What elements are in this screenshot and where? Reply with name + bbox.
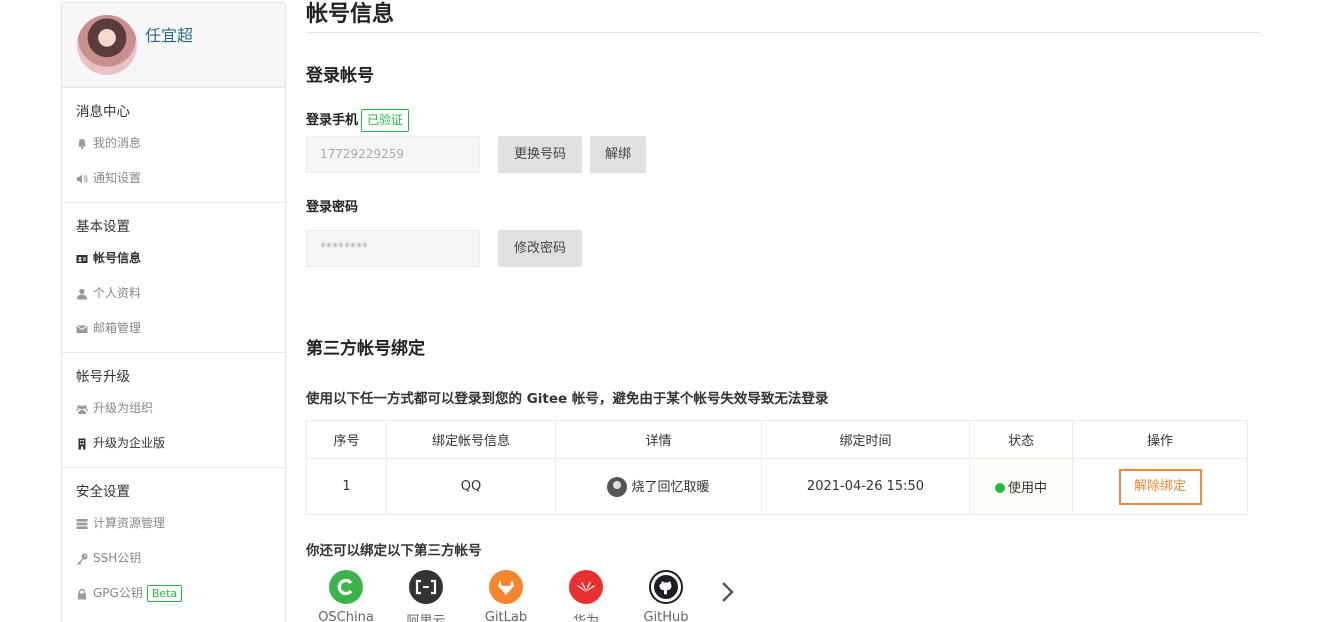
- sidebar-item-my-messages[interactable]: 我的消息: [62, 126, 285, 161]
- row-action: 解除绑定: [1072, 458, 1248, 515]
- change-password-button[interactable]: 修改密码: [498, 230, 582, 267]
- sidebar: 任宜超 消息中心 我的消息 通知设置 基本设置 帐号信息 个人资料 邮箱管理 帐…: [61, 2, 286, 622]
- envelope-icon: [76, 323, 88, 335]
- row-status: 使用中: [969, 458, 1073, 515]
- sidebar-item-email[interactable]: 邮箱管理: [62, 311, 285, 346]
- provider-label: 华为: [572, 614, 599, 622]
- sidebar-item-label: 个人资料: [93, 286, 142, 300]
- page-title: 帐号信息: [306, 0, 1261, 33]
- sidebar-item-compute[interactable]: 计算资源管理: [62, 506, 285, 541]
- huawei-icon: [569, 570, 603, 604]
- change-phone-button[interactable]: 更换号码: [498, 136, 582, 173]
- provider-aliyun[interactable]: 阿里云: [386, 570, 466, 622]
- table-header: 绑定时间: [761, 420, 970, 459]
- sidebar-item-upgrade-org[interactable]: 升级为组织: [62, 391, 285, 426]
- provider-label: OSChina: [318, 610, 374, 622]
- nav-group-messages: 消息中心 我的消息 通知设置: [62, 88, 285, 203]
- sidebar-item-label: 我的消息: [93, 136, 142, 150]
- row-account: QQ: [386, 458, 556, 515]
- nav-group-upgrade: 帐号升级 升级为组织 升级为企业版: [62, 353, 285, 468]
- table-header: 状态: [969, 420, 1073, 459]
- provider-label: 阿里云: [406, 614, 446, 622]
- provider-gitlab[interactable]: GitLab: [466, 570, 546, 622]
- nav-group-basic: 基本设置 帐号信息 个人资料 邮箱管理: [62, 203, 285, 353]
- table-header-row: 序号 绑定帐号信息 详情 绑定时间 状态 操作: [306, 420, 1248, 459]
- nav-group-title: 安全设置: [76, 484, 130, 500]
- id-card-icon: [76, 253, 88, 265]
- row-time: 2021-04-26 15:50: [761, 458, 970, 515]
- gitlab-icon: [489, 570, 523, 604]
- sidebar-item-label: 升级为组织: [93, 401, 154, 415]
- provider-github[interactable]: GitHub: [626, 570, 706, 622]
- sidebar-item-label: 计算资源管理: [93, 516, 166, 530]
- binding-table: 序号 绑定帐号信息 详情 绑定时间 状态 操作 1 QQ 烧了回忆取暖 2021…: [306, 420, 1248, 515]
- table-row: 1 QQ 烧了回忆取暖 2021-04-26 15:50 使用中 解除绑定: [306, 458, 1248, 515]
- lock-icon: [76, 588, 88, 600]
- users-icon: [76, 403, 88, 415]
- chevron-right-icon[interactable]: [716, 580, 738, 604]
- speaker-icon: [76, 173, 88, 185]
- table-header: 绑定帐号信息: [386, 420, 556, 459]
- third-party-description: 使用以下任一方式都可以登录到您的 Gitee 帐号，避免由于某个帐号失效导致无法…: [306, 391, 829, 407]
- table-header: 序号: [306, 420, 387, 459]
- building-icon: [76, 438, 88, 450]
- provider-oschina[interactable]: OSChina: [306, 570, 386, 622]
- phone-label-text: 登录手机: [306, 113, 359, 128]
- status-text: 使用中: [1007, 481, 1047, 496]
- server-icon: [76, 518, 88, 530]
- verified-badge: 已验证: [361, 109, 410, 132]
- sidebar-item-account-info[interactable]: 帐号信息: [62, 241, 285, 276]
- user-icon: [76, 288, 88, 300]
- table-header: 操作: [1072, 420, 1248, 459]
- sidebar-item-notification-settings[interactable]: 通知设置: [62, 161, 285, 196]
- sidebar-item-ssh[interactable]: SSH公钥: [62, 541, 285, 576]
- sidebar-item-label: GPG公钥: [93, 586, 143, 600]
- beta-badge: Beta: [146, 585, 183, 602]
- github-icon: [649, 570, 683, 604]
- more-providers-title: 你还可以绑定以下第三方帐号: [306, 543, 482, 559]
- oschina-icon: [329, 570, 363, 604]
- third-party-title: 第三方帐号绑定: [306, 339, 425, 359]
- provider-label: GitLab: [484, 610, 528, 622]
- phone-label: 登录手机 已验证: [306, 109, 410, 132]
- sidebar-item-label: 升级为企业版: [93, 436, 166, 450]
- unbind-button[interactable]: 解除绑定: [1118, 468, 1202, 505]
- detail-avatar: [607, 477, 628, 498]
- nav-group-title: 帐号升级: [76, 369, 130, 385]
- sidebar-item-label: 帐号信息: [93, 251, 142, 265]
- unbind-phone-button[interactable]: 解绑: [590, 136, 646, 173]
- login-section-title: 登录帐号: [306, 66, 374, 86]
- password-field: ********: [306, 230, 480, 267]
- aliyun-icon: [409, 570, 443, 604]
- nav-group-title: 消息中心: [76, 104, 130, 120]
- detail-name: 烧了回忆取暖: [631, 479, 710, 495]
- avatar[interactable]: [77, 15, 137, 75]
- bell-icon: [76, 138, 88, 150]
- key-icon: [76, 553, 88, 565]
- sidebar-item-upgrade-enterprise[interactable]: 升级为企业版: [62, 426, 285, 461]
- provider-list: OSChina 阿里云 GitLab 华为 GitHub: [306, 570, 706, 622]
- table-header: 详情: [555, 420, 762, 459]
- profile-header: 任宜超: [62, 3, 285, 88]
- page: 任宜超 消息中心 我的消息 通知设置 基本设置 帐号信息 个人资料 邮箱管理 帐…: [0, 0, 1334, 622]
- row-detail: 烧了回忆取暖: [555, 458, 762, 515]
- provider-label: GitHub: [643, 610, 689, 622]
- phone-field: 17729229259: [306, 136, 480, 173]
- sidebar-item-label: 通知设置: [93, 171, 142, 185]
- password-label: 登录密码: [306, 200, 359, 215]
- sidebar-item-label: SSH公钥: [93, 551, 142, 565]
- sidebar-item-profile[interactable]: 个人资料: [62, 276, 285, 311]
- nav-group-security: 安全设置 计算资源管理 SSH公钥 GPG公钥 Beta: [62, 468, 285, 617]
- status-dot: [994, 482, 1005, 493]
- nav-group-title: 基本设置: [76, 219, 130, 235]
- username-link[interactable]: 任宜超: [145, 22, 193, 46]
- row-index: 1: [306, 458, 387, 515]
- main-content: 帐号信息 登录帐号 登录手机 已验证 17729229259 更换号码 解绑 登录…: [306, 0, 1261, 622]
- provider-huawei[interactable]: 华为: [546, 570, 626, 622]
- sidebar-item-label: 邮箱管理: [93, 321, 142, 335]
- sidebar-item-gpg[interactable]: GPG公钥 Beta: [62, 576, 285, 611]
